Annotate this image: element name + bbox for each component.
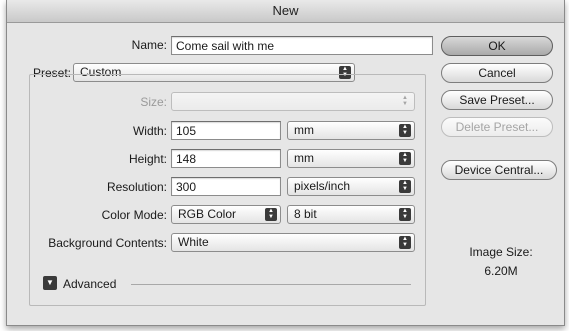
resolution-unit-value: pixels/inch (294, 179, 351, 193)
height-label: Height: (128, 152, 167, 166)
disclosure-triangle-icon[interactable]: ▼ (43, 276, 57, 290)
up-down-arrows-icon: ▲ ▼ (399, 124, 411, 137)
save-preset-button[interactable]: Save Preset... (441, 90, 553, 110)
advanced-label: Advanced (63, 277, 117, 291)
width-unit-value: mm (294, 123, 314, 137)
size-label: Size: (140, 95, 167, 109)
ok-button[interactable]: OK (441, 36, 553, 56)
delete-preset-button: Delete Preset... (441, 117, 553, 137)
height-unit-popup[interactable]: mm ▲ ▼ (287, 149, 415, 168)
bit-depth-value: 8 bit (294, 207, 317, 221)
size-popup: ▲ ▼ (171, 92, 415, 111)
device-central-button[interactable]: Device Central... (441, 160, 557, 180)
new-document-dialog: New Name: Come sail with me Preset: Cust… (6, 0, 565, 326)
background-contents-popup[interactable]: White ▲ ▼ (171, 233, 415, 252)
up-down-arrows-icon: ▲ ▼ (265, 208, 277, 221)
image-size-label: Image Size: (469, 245, 533, 259)
resolution-field[interactable]: 300 (171, 177, 281, 196)
name-field[interactable]: Come sail with me (171, 36, 433, 55)
height-field[interactable]: 148 (171, 149, 281, 168)
color-mode-popup[interactable]: RGB Color ▲ ▼ (171, 205, 281, 224)
width-label: Width: (132, 124, 167, 138)
dialog-title: New (7, 0, 564, 23)
up-down-arrows-icon: ▲ ▼ (402, 95, 408, 107)
color-mode-label: Color Mode: (101, 208, 167, 222)
bit-depth-popup[interactable]: 8 bit ▲ ▼ (287, 205, 415, 224)
up-down-arrows-icon: ▲ ▼ (399, 236, 411, 249)
image-size-value: 6.20M (484, 264, 518, 278)
height-unit-value: mm (294, 151, 314, 165)
cancel-button[interactable]: Cancel (441, 63, 553, 83)
up-down-arrows-icon: ▲ ▼ (399, 208, 411, 221)
width-field[interactable]: 105 (171, 121, 281, 140)
up-down-arrows-icon: ▲ ▼ (399, 152, 411, 165)
resolution-label: Resolution: (106, 180, 167, 194)
name-label: Name: (131, 38, 167, 52)
width-unit-popup[interactable]: mm ▲ ▼ (287, 121, 415, 140)
up-down-arrows-icon: ▲ ▼ (399, 180, 411, 193)
advanced-divider (131, 284, 411, 285)
color-mode-value: RGB Color (178, 207, 237, 221)
background-contents-label: Background Contents: (48, 236, 167, 250)
resolution-unit-popup[interactable]: pixels/inch ▲ ▼ (287, 177, 415, 196)
background-contents-value: White (178, 235, 209, 249)
